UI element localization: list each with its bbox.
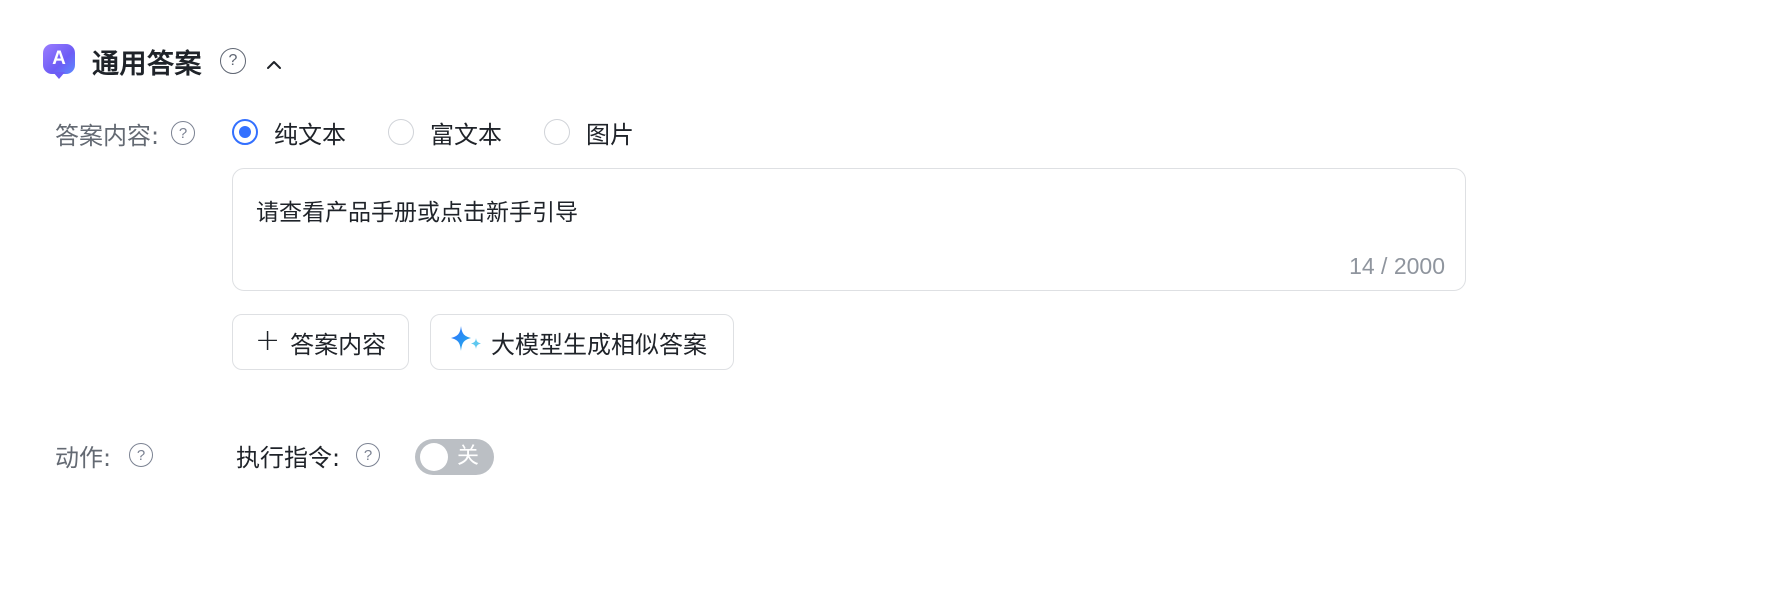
plus-icon: + — [255, 323, 281, 358]
execute-command-label-text: 执行指令: — [236, 443, 341, 472]
answer-content-help-icon[interactable]: ? — [171, 121, 196, 145]
sparkle-icon — [449, 324, 491, 360]
radio-plain-text-circle[interactable] — [232, 119, 258, 145]
add-answer-content-button[interactable]: + 答案内容 — [232, 314, 409, 370]
chevron-up-icon[interactable] — [266, 56, 281, 70]
radio-image-circle[interactable] — [544, 119, 570, 145]
radio-plain-text-label: 纯文本 — [274, 120, 346, 149]
add-answer-content-label: 答案内容 — [290, 330, 387, 359]
execute-command-label: 执行指令: ? — [236, 435, 381, 475]
switch-state-text: 关 — [457, 444, 480, 469]
radio-rich-text[interactable]: 富文本 — [388, 115, 502, 150]
radio-image[interactable]: 图片 — [544, 115, 634, 150]
answer-content-label-text: 答案内容: — [55, 121, 160, 150]
answer-textarea-value[interactable]: 请查看产品手册或点击新手引导 — [256, 193, 578, 227]
actions-label-text: 动作: — [55, 443, 112, 472]
actions-label: 动作: ? — [55, 435, 154, 475]
generate-similar-answer-button[interactable]: 大模型生成相似答案 — [430, 314, 734, 370]
radio-plain-text[interactable]: 纯文本 — [232, 115, 346, 150]
radio-rich-text-label: 富文本 — [430, 120, 502, 149]
answer-type-radio-group: 纯文本 富文本 图片 — [232, 112, 676, 152]
logo-tail — [53, 72, 65, 79]
answer-content-label: 答案内容: ? — [55, 113, 196, 153]
answer-textarea[interactable]: 请查看产品手册或点击新手引导 14 / 2000 — [232, 168, 1466, 291]
execute-command-help-icon[interactable]: ? — [356, 443, 381, 467]
logo-letter: A — [43, 44, 75, 74]
radio-image-label: 图片 — [586, 120, 634, 149]
switch-knob — [420, 443, 448, 471]
actions-help-icon[interactable]: ? — [129, 443, 154, 467]
generate-similar-answer-label: 大模型生成相似答案 — [491, 330, 707, 359]
help-icon[interactable]: ? — [220, 48, 246, 74]
section-title: 通用答案 — [92, 48, 202, 80]
execute-command-switch[interactable]: 关 — [415, 439, 494, 475]
radio-rich-text-circle[interactable] — [388, 119, 414, 145]
answer-logo-icon: A — [42, 44, 76, 79]
character-counter: 14 / 2000 — [1349, 253, 1445, 279]
section-header: A 通用答案 ? — [42, 38, 281, 84]
answer-config-panel: A 通用答案 ? 答案内容: ? 纯文本 富文本 图片 请查看产品手册或点击新手… — [0, 0, 1772, 590]
